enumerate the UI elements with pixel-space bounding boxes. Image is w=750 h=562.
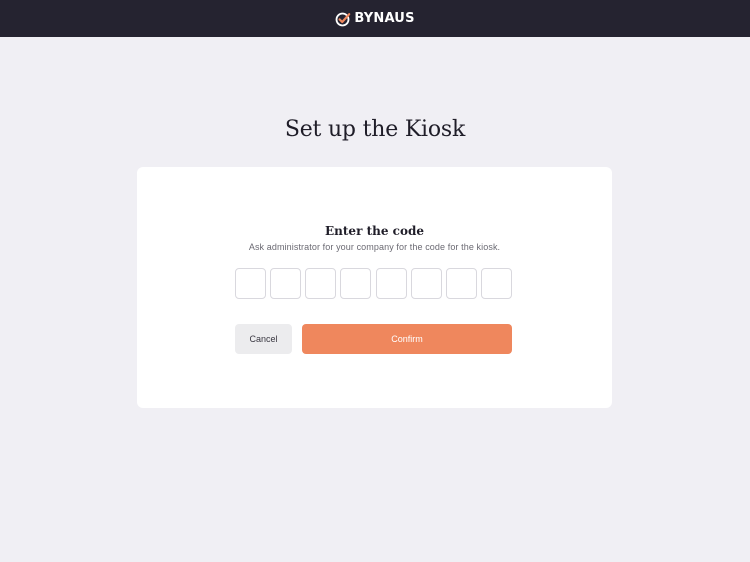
code-digit-input-4[interactable] [340,268,372,299]
code-digit-input-3[interactable] [305,268,337,299]
top-bar: BYNAUS [0,0,750,37]
check-circle-icon [335,12,351,26]
card-subtitle: Ask administrator for your company for t… [248,242,501,252]
brand-logo: BYNAUS [335,11,414,27]
code-digit-input-6[interactable] [410,268,442,299]
brand-name: BYNAUS [354,11,415,26]
code-digit-input-2[interactable] [270,268,302,299]
code-digit-input-5[interactable] [375,268,407,299]
card-title: Enter the code [325,224,424,238]
code-digit-input-7[interactable] [445,268,477,299]
page-title: Set up the Kiosk [284,117,466,142]
code-digit-input-1[interactable] [235,268,266,299]
cancel-button[interactable]: Cancel [235,324,292,354]
code-digit-input-8[interactable] [480,268,512,299]
confirm-button[interactable]: Confirm [302,324,512,354]
kiosk-code-card: Enter the code Ask administrator for you… [137,167,612,408]
code-input-group [235,268,512,299]
